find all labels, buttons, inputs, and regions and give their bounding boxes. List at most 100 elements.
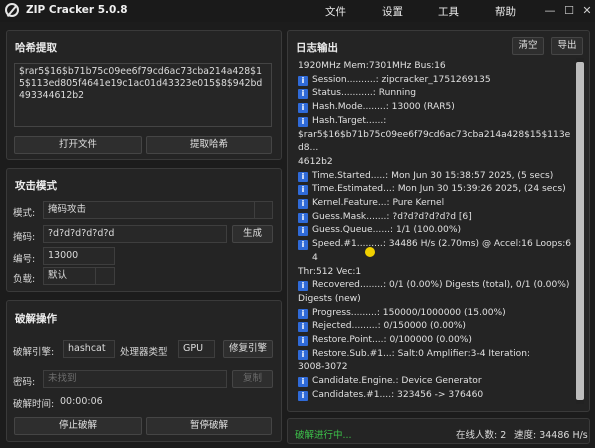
pause-crack-button[interactable]: 暂停破解: [146, 417, 272, 435]
log-line: Thr:512 Vec:1: [296, 266, 572, 280]
log-line-text: Hash.Target......:: [312, 115, 387, 126]
log-line: 1920MHz Mem:7301MHz Bus:16: [296, 60, 572, 74]
log-line: i Time.Estimated...: Mon Jun 30 15:39:26 …: [296, 183, 572, 197]
log-line-text: 4612b2: [298, 156, 333, 167]
crack-status-text: 破解进行中...: [295, 430, 352, 441]
load-select[interactable]: 默认: [43, 267, 115, 285]
log-line-text: Thr:512 Vec:1: [298, 266, 362, 277]
info-icon: i: [298, 226, 308, 237]
log-line: i Kernel.Feature...: Pure Kernel: [296, 197, 572, 211]
password-output[interactable]: 未找到: [43, 370, 227, 388]
log-line: i Guess.Queue......: 1/1 (100.00%): [296, 224, 572, 238]
log-text-area[interactable]: 1920MHz Mem:7301MHz Bus:16 i Session......…: [296, 60, 572, 404]
export-log-button[interactable]: 导出: [551, 37, 583, 55]
log-line: i Progress.........: 150000/1000000 (15.0…: [296, 307, 572, 321]
log-line: i Session..........: zipcracker_175126913…: [296, 74, 572, 88]
log-line: i Candidate.Engine.: Device Generator: [296, 375, 572, 389]
clear-log-button[interactable]: 清空: [512, 37, 544, 55]
speed-text: 速度: 34486 H/s: [514, 430, 588, 441]
mode-label: 模式:: [13, 208, 36, 219]
log-scrollbar-thumb[interactable]: [576, 62, 584, 400]
stop-crack-button[interactable]: 停止破解: [14, 417, 142, 435]
engine-select[interactable]: hashcat: [63, 340, 115, 358]
info-icon: i: [298, 349, 308, 360]
app-logo-icon: [5, 3, 19, 17]
info-icon: i: [298, 199, 308, 210]
info-icon: i: [298, 185, 308, 196]
log-line-text: 3008-3072: [298, 362, 348, 373]
log-line: iHardware.Mon.#1..: Temp: 63c Fan: 36% U…: [296, 403, 572, 405]
log-line: i Guess.Mask.......: ?d?d?d?d?d?d [6]: [296, 211, 572, 225]
log-line-text: Session..........: zipcracker_1751269135: [312, 74, 491, 85]
info-icon: i: [298, 390, 308, 401]
info-icon: i: [298, 89, 308, 100]
mode-select-divider: [254, 202, 255, 218]
log-line-text: Guess.Queue......: 1/1 (100.00%): [312, 225, 462, 236]
online-count-text: 在线人数: 2: [456, 430, 507, 441]
log-line: $rar5$16$b71b75c09ee6f79cd6ac73cba214a42…: [296, 129, 572, 156]
repair-engine-button[interactable]: 修复引擎: [223, 340, 273, 358]
attack-panel-title: 攻击模式: [15, 180, 57, 192]
log-line-text: Digests (new): [298, 293, 361, 304]
password-label: 密码:: [13, 377, 36, 388]
code-input[interactable]: 13000: [43, 247, 115, 265]
log-line-text: Candidates.#1....: 323456 -> 376460: [312, 389, 484, 400]
log-line: 4612b2: [296, 156, 572, 170]
log-line: Digests (new): [296, 293, 572, 307]
close-icon[interactable]: ✕: [576, 3, 595, 19]
processor-label: 处理器类型: [120, 347, 168, 358]
log-panel-title: 日志输出: [296, 42, 338, 54]
log-line-text: Candidate.Engine.: Device Generator: [312, 376, 482, 387]
info-icon: i: [298, 171, 308, 182]
title-bar: ZIP Cracker 5.0.8 文件 设置 工具 帮助 — ☐ ✕: [0, 0, 595, 22]
log-line: i Candidates.#1....: 323456 -> 376460: [296, 389, 572, 403]
log-line-text: 1920MHz Mem:7301MHz Bus:16: [298, 61, 446, 71]
log-line-text: Restore.Sub.#1...: Salt:0 Amplifier:3-4 …: [312, 348, 531, 359]
log-line: i Rejected.........: 0/150000 (0.00%): [296, 320, 572, 334]
log-line-text: Speed.#1.........: 34486 H/s (2.70ms) @ …: [312, 239, 572, 263]
open-file-button[interactable]: 打开文件: [14, 136, 142, 154]
load-label: 负载:: [13, 274, 36, 285]
info-icon: i: [298, 377, 308, 388]
log-line-text: Guess.Mask.......: ?d?d?d?d?d?d [6]: [312, 211, 472, 222]
copy-button[interactable]: 复制: [232, 370, 273, 388]
log-line-text: Status...........: Running: [312, 88, 416, 99]
info-icon: i: [298, 322, 308, 333]
log-line: i Speed.#1.........: 34486 H/s (2.70ms) @…: [296, 238, 572, 265]
crack-time-label: 破解时间:: [13, 399, 55, 410]
crack-time-value: 00:00:06: [60, 396, 103, 407]
log-line: i Status...........: Running: [296, 87, 572, 101]
app-title: ZIP Cracker 5.0.8: [26, 4, 128, 16]
info-icon: i: [298, 75, 308, 86]
log-line-text: Progress.........: 150000/1000000 (15.00…: [312, 307, 506, 318]
mode-select[interactable]: 掩码攻击: [43, 201, 273, 219]
info-icon: i: [298, 240, 308, 251]
log-line: i Recovered........: 0/1 (0.00%) Digests …: [296, 279, 572, 293]
extract-hash-button[interactable]: 提取哈希: [146, 136, 272, 154]
log-line-text: Time.Estimated...: Mon Jun 30 15:39:26 2…: [312, 184, 566, 195]
info-icon: i: [298, 336, 308, 347]
mask-input[interactable]: ?d?d?d?d?d?d: [43, 225, 227, 243]
log-line: i Restore.Point....: 0/100000 (0.00%): [296, 334, 572, 348]
log-line: i Hash.Mode........: 13000 (RAR5): [296, 101, 572, 115]
log-line: i Restore.Sub.#1...: Salt:0 Amplifier:3-4…: [296, 348, 572, 362]
generate-button[interactable]: 生成: [232, 225, 273, 243]
log-line-text: $rar5$16$b71b75c09ee6f79cd6ac73cba214a42…: [298, 129, 571, 154]
info-icon: i: [298, 281, 308, 292]
load-select-divider: [95, 268, 96, 284]
menu-help[interactable]: 帮助: [495, 4, 516, 19]
log-line-text: Kernel.Feature...: Pure Kernel: [312, 198, 445, 209]
log-line: i Hash.Target......:: [296, 115, 572, 129]
crack-panel-title: 破解操作: [15, 313, 57, 325]
code-label: 编号:: [13, 254, 36, 265]
menu-tools[interactable]: 工具: [438, 4, 459, 19]
menu-settings[interactable]: 设置: [382, 4, 403, 19]
log-line-text: Restore.Point....: 0/100000 (0.00%): [312, 335, 472, 346]
hash-textarea[interactable]: $rar5$16$b71b75c09ee6f79cd6ac73cba214a42…: [14, 63, 272, 127]
processor-select[interactable]: GPU: [178, 340, 215, 358]
info-icon: i: [298, 116, 308, 127]
menu-file[interactable]: 文件: [325, 4, 346, 19]
log-line: i Time.Started.....: Mon Jun 30 15:38:57 …: [296, 170, 572, 184]
engine-label: 破解引擎:: [13, 347, 55, 358]
mouse-cursor-highlight: [365, 247, 375, 257]
